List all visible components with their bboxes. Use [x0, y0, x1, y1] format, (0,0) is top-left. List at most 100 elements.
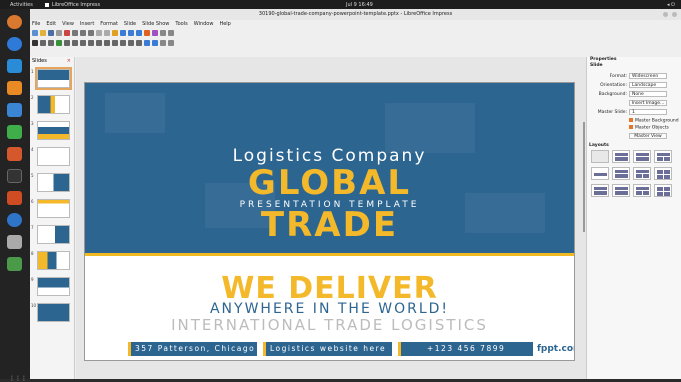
slide-thumbnail-2[interactable] [37, 95, 70, 114]
arrange-icon[interactable] [152, 40, 158, 46]
slide-title-trade[interactable]: TRADE [85, 205, 574, 245]
close-panel-icon[interactable]: × [67, 57, 71, 65]
app-menu[interactable]: LibreOffice Impress [44, 2, 100, 8]
shadow-icon[interactable] [160, 40, 166, 46]
slide-thumbnail-10[interactable] [37, 303, 70, 322]
terminal-icon[interactable] [7, 169, 22, 183]
menu-tools[interactable]: Tools [175, 21, 187, 27]
calc-icon[interactable] [7, 125, 22, 139]
close-button[interactable] [672, 12, 677, 17]
table-icon[interactable] [136, 30, 142, 36]
layout-title-only[interactable] [591, 167, 609, 180]
cut-icon[interactable] [72, 30, 78, 36]
layout-title-2-content[interactable] [633, 167, 651, 180]
slide-website-box[interactable]: Logistics website here [263, 342, 392, 356]
layout-centered-text[interactable] [612, 167, 630, 180]
shapes-icon[interactable] [112, 40, 118, 46]
slide-1[interactable]: Logistics Company GLOBAL TRADE PRESENTAT… [84, 82, 575, 361]
special-char-icon[interactable] [168, 30, 174, 36]
image-icon[interactable] [120, 30, 126, 36]
clock[interactable]: Jul 9 16:49 [346, 2, 373, 8]
orientation-select[interactable]: Landscape [629, 82, 667, 88]
menu-window[interactable]: Window [194, 21, 214, 27]
vscode-icon[interactable] [7, 59, 22, 73]
find-icon[interactable] [112, 30, 118, 36]
layout-two-content[interactable] [654, 150, 672, 163]
impress-dock-icon[interactable] [7, 147, 22, 161]
master-background-checkbox[interactable]: Master Background [629, 118, 679, 124]
pdf-icon[interactable] [64, 30, 70, 36]
undo-icon[interactable] [96, 30, 102, 36]
slide-thumbnail-1[interactable] [35, 67, 72, 90]
trash-icon[interactable] [7, 257, 22, 271]
show-apps-icon[interactable]: ⋮⋮⋮ [9, 376, 27, 382]
drive-icon[interactable] [7, 235, 22, 249]
textbox-icon[interactable] [160, 30, 166, 36]
layout-title-content[interactable] [612, 150, 630, 163]
layout-vertical-two[interactable] [654, 184, 672, 197]
slide-thumbnail-8[interactable] [37, 251, 70, 270]
ellipse-icon[interactable] [80, 40, 86, 46]
master-objects-checkbox[interactable]: Master Objects [629, 125, 679, 131]
curve-icon[interactable] [96, 40, 102, 46]
chrome-icon[interactable] [7, 15, 22, 29]
layout-blank[interactable] [591, 150, 609, 163]
slide-thumbnail-5[interactable] [37, 173, 70, 192]
connector-icon[interactable] [104, 40, 110, 46]
fill-color-icon[interactable] [56, 40, 62, 46]
writer-icon[interactable] [7, 103, 22, 117]
system-status-icons[interactable]: ◂ ⏻ [667, 2, 675, 8]
menu-insert[interactable]: Insert [80, 21, 94, 27]
insert-image-button[interactable]: Insert Image... [629, 100, 667, 106]
vertical-scrollbar[interactable] [583, 122, 585, 232]
master-slide-select[interactable]: 1 [629, 109, 667, 115]
menu-file[interactable]: File [32, 21, 40, 27]
print-icon[interactable] [56, 30, 62, 36]
minimize-button[interactable] [663, 12, 668, 17]
layouts-header[interactable]: Layouts [589, 143, 609, 148]
arrow-icon[interactable] [88, 40, 94, 46]
menu-slide[interactable]: Slide [124, 21, 136, 27]
layout-title-content-alt[interactable] [633, 150, 651, 163]
slide-phone-box[interactable]: +123 456 7899 [398, 342, 533, 356]
background-select[interactable]: None [629, 91, 667, 97]
slide-canvas[interactable]: Logistics Company GLOBAL TRADE PRESENTAT… [76, 57, 586, 379]
activities-button[interactable]: Activities [10, 2, 33, 8]
save-icon[interactable] [48, 30, 54, 36]
redo-icon[interactable] [104, 30, 110, 36]
slide-title-global[interactable]: GLOBAL [85, 163, 574, 203]
slide-subtitle[interactable]: PRESENTATION TEMPLATE [85, 200, 574, 210]
line-icon[interactable] [64, 40, 70, 46]
slide-thumbnail-6[interactable] [37, 199, 70, 218]
slide-thumbnail-9[interactable] [37, 277, 70, 296]
menu-slide-show[interactable]: Slide Show [142, 21, 169, 27]
new-icon[interactable] [32, 30, 38, 36]
copy-icon[interactable] [80, 30, 86, 36]
layout-vertical-text[interactable] [633, 184, 651, 197]
zoom-icon[interactable] [40, 40, 46, 46]
menu-help[interactable]: Help [219, 21, 230, 27]
stars-icon[interactable] [120, 40, 126, 46]
fontwork-icon[interactable] [152, 30, 158, 36]
help-icon[interactable] [7, 213, 22, 227]
slide-anywhere[interactable]: ANYWHERE IN THE WORLD! [85, 301, 574, 317]
slide-thumbnail-3[interactable] [37, 121, 70, 140]
slideshow-icon[interactable] [144, 30, 150, 36]
layout-vertical-title[interactable] [612, 184, 630, 197]
crop-icon[interactable] [168, 40, 174, 46]
callouts-icon[interactable] [128, 40, 134, 46]
menu-format[interactable]: Format [100, 21, 118, 27]
software-center-icon[interactable] [7, 191, 22, 205]
rectangle-icon[interactable] [72, 40, 78, 46]
slide-address-box[interactable]: 357 Patterson, Chicago [128, 342, 257, 356]
flowchart-icon[interactable] [136, 40, 142, 46]
chromium-icon[interactable] [7, 37, 22, 51]
open-icon[interactable] [40, 30, 46, 36]
menu-view[interactable]: View [62, 21, 74, 27]
layout-four-content[interactable] [654, 167, 672, 180]
slide-thumbnail-7[interactable] [37, 225, 70, 244]
vlc-icon[interactable] [7, 81, 22, 95]
slide-international[interactable]: INTERNATIONAL TRADE LOGISTICS [85, 316, 574, 334]
align-icon[interactable] [144, 40, 150, 46]
paste-icon[interactable] [88, 30, 94, 36]
